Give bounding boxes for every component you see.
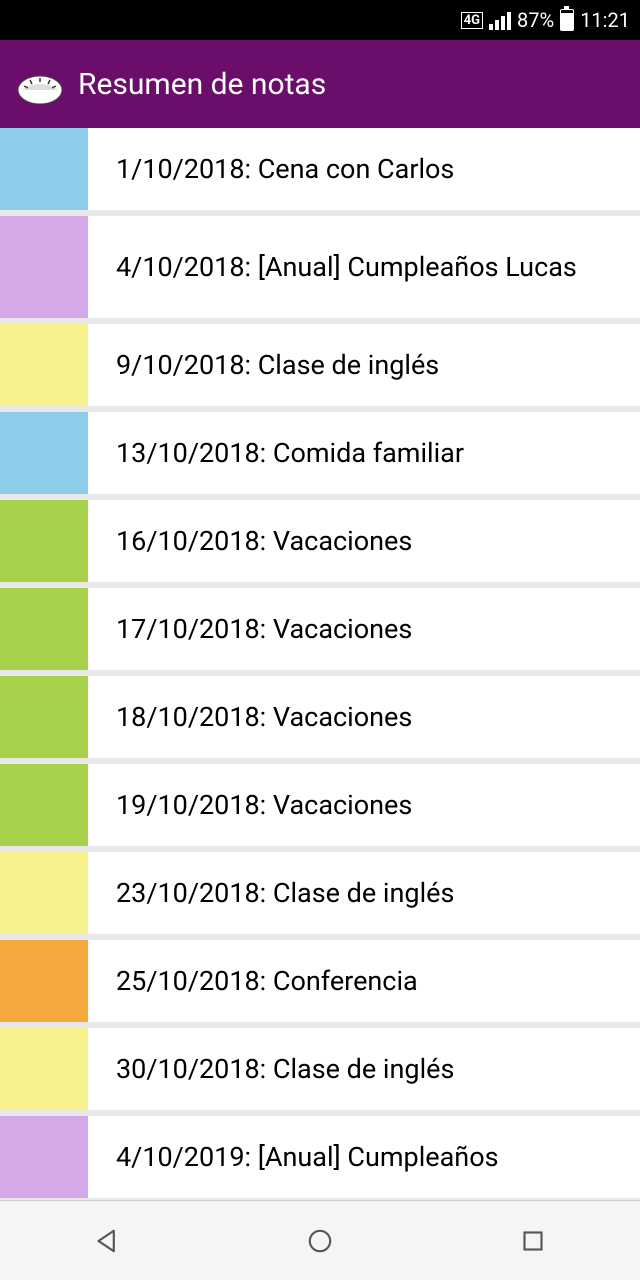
note-item[interactable]: 19/10/2018: Vacaciones (0, 764, 640, 846)
note-color-tag (0, 852, 88, 934)
note-item[interactable]: 23/10/2018: Clase de inglés (0, 852, 640, 934)
note-text: 25/10/2018: Conferencia (94, 940, 640, 1022)
note-item[interactable]: 4/10/2018: [Anual] Cumpleaños Lucas (0, 216, 640, 318)
network-icon: 4G (461, 12, 483, 29)
note-text: 16/10/2018: Vacaciones (94, 500, 640, 582)
status-time: 11:21 (580, 8, 630, 32)
note-item[interactable]: 9/10/2018: Clase de inglés (0, 324, 640, 406)
battery-icon (560, 9, 574, 31)
note-color-tag (0, 412, 88, 494)
note-color-tag (0, 764, 88, 846)
note-color-tag (0, 588, 88, 670)
note-text: 4/10/2018: [Anual] Cumpleaños Lucas (94, 216, 640, 318)
battery-percent: 87% (517, 8, 554, 32)
note-text: 30/10/2018: Clase de inglés (94, 1028, 640, 1110)
note-text: 23/10/2018: Clase de inglés (94, 852, 640, 934)
note-color-tag (0, 676, 88, 758)
note-text: 9/10/2018: Clase de inglés (94, 324, 640, 406)
note-item[interactable]: 25/10/2018: Conferencia (0, 940, 640, 1022)
note-text: 1/10/2018: Cena con Carlos (94, 128, 640, 210)
home-button[interactable] (300, 1221, 340, 1261)
note-color-tag (0, 324, 88, 406)
navigation-bar (0, 1200, 640, 1280)
app-title: Resumen de notas (78, 67, 326, 102)
back-button[interactable] (87, 1221, 127, 1261)
note-text: 18/10/2018: Vacaciones (94, 676, 640, 758)
note-item[interactable]: 1/10/2018: Cena con Carlos (0, 128, 640, 210)
note-color-tag (0, 940, 88, 1022)
note-color-tag (0, 1116, 88, 1198)
note-color-tag (0, 1028, 88, 1110)
note-item[interactable]: 16/10/2018: Vacaciones (0, 500, 640, 582)
app-bar: Resumen de notas (0, 40, 640, 128)
note-item[interactable]: 18/10/2018: Vacaciones (0, 676, 640, 758)
note-item[interactable]: 4/10/2019: [Anual] Cumpleaños (0, 1116, 640, 1198)
status-bar: 4G 87% 11:21 (0, 0, 640, 40)
note-item[interactable]: 17/10/2018: Vacaciones (0, 588, 640, 670)
note-color-tag (0, 216, 88, 318)
note-item[interactable]: 30/10/2018: Clase de inglés (0, 1028, 640, 1110)
note-text: 17/10/2018: Vacaciones (94, 588, 640, 670)
note-text: 13/10/2018: Comida familiar (94, 412, 640, 494)
signal-icon (489, 10, 511, 30)
recent-apps-button[interactable] (513, 1221, 553, 1261)
note-color-tag (0, 128, 88, 210)
note-color-tag (0, 500, 88, 582)
note-text: 19/10/2018: Vacaciones (94, 764, 640, 846)
note-text: 4/10/2019: [Anual] Cumpleaños (94, 1116, 640, 1198)
app-logo-icon (16, 60, 64, 108)
note-item[interactable]: 13/10/2018: Comida familiar (0, 412, 640, 494)
notes-list[interactable]: 1/10/2018: Cena con Carlos4/10/2018: [An… (0, 128, 640, 1200)
